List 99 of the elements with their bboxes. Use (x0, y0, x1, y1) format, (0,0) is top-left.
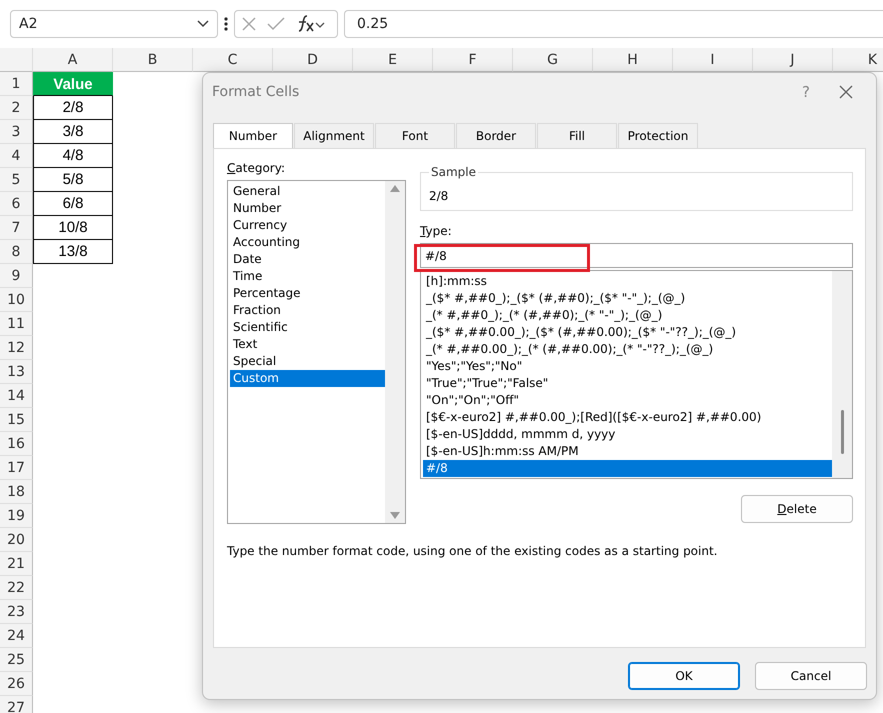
sample-label: Sample (430, 165, 477, 179)
header-cell: Value (33, 72, 113, 96)
dialog-title: Format Cells (212, 84, 300, 100)
row-header[interactable]: 13 (0, 360, 33, 384)
column-header[interactable]: J (753, 48, 833, 72)
list-item[interactable]: "Yes";"Yes";"No" (423, 358, 832, 375)
tab[interactable]: Font (375, 123, 455, 148)
column-header[interactable]: E (353, 48, 433, 72)
format-list[interactable] (420, 270, 853, 479)
table-cell: 13/8 (33, 240, 113, 264)
list-item[interactable]: Number (230, 200, 385, 217)
row-header[interactable]: 16 (0, 432, 33, 456)
cancel-icon[interactable] (241, 16, 257, 32)
row-header[interactable]: 12 (0, 336, 33, 360)
row-header[interactable]: 2 (0, 96, 33, 120)
sample-value: 2/8 (429, 189, 450, 203)
list-item[interactable]: Currency (230, 217, 385, 234)
scroll-up-icon[interactable] (390, 185, 400, 192)
category-list[interactable]: General Number Currency Accounting Date Time Percentage Fraction Scientific Text Special Custom (227, 180, 406, 524)
list-item[interactable]: _($* #,##0.00_);_($* (#,##0.00);_($* "-"??_);_(@_) (423, 324, 832, 341)
row-header[interactable]: 8 (0, 240, 33, 264)
tab[interactable]: Fill (537, 123, 617, 148)
list-item[interactable]: Text (230, 336, 385, 353)
column-header[interactable]: F (433, 48, 513, 72)
row-header[interactable]: 10 (0, 288, 33, 312)
row-header[interactable]: 11 (0, 312, 33, 336)
ok-button[interactable]: OK (628, 662, 740, 690)
scroll-down-icon[interactable] (390, 512, 400, 519)
list-item[interactable]: Scientific (230, 319, 385, 336)
row-header[interactable]: 25 (0, 648, 33, 672)
list-item[interactable]: _(* #,##0_);_(* (#,##0);_(* "-"_);_(@_) (423, 307, 832, 324)
list-item[interactable]: _($* #,##0_);_($* (#,##0);_($* "-"_);_(@_) (423, 290, 832, 307)
name-box[interactable]: A2 (10, 10, 218, 38)
row-header[interactable]: 23 (0, 600, 33, 624)
column-header[interactable]: A (33, 48, 113, 72)
list-item[interactable]: Time (230, 268, 385, 285)
column-header[interactable]: B (113, 48, 193, 72)
tab[interactable]: Number (213, 123, 293, 148)
row-header[interactable]: 27 (0, 696, 33, 713)
list-item[interactable]: "On";"On";"Off" (423, 392, 832, 409)
row-header[interactable]: 1 (0, 72, 33, 96)
row-header[interactable]: 6 (0, 192, 33, 216)
scrollbar[interactable] (832, 271, 852, 478)
row-header[interactable]: 9 (0, 264, 33, 288)
table-cell: 4/8 (33, 144, 113, 168)
checkmark-icon[interactable] (267, 17, 285, 31)
tab[interactable]: Protection (618, 123, 698, 148)
row-header[interactable]: 15 (0, 408, 33, 432)
tab[interactable]: Alignment (294, 123, 374, 148)
row-header[interactable]: 3 (0, 120, 33, 144)
column-header[interactable]: D (273, 48, 353, 72)
type-label: Type: (420, 224, 453, 238)
list-item[interactable]: Accounting (230, 234, 385, 251)
row-header[interactable]: 18 (0, 480, 33, 504)
column-header[interactable]: G (513, 48, 593, 72)
list-item[interactable]: [$-en-US]dddd, mmmm d, yyyy (423, 426, 832, 443)
close-icon[interactable] (839, 85, 853, 99)
table-cell: 3/8 (33, 120, 113, 144)
list-item[interactable]: Date (230, 251, 385, 268)
list-item[interactable]: Fraction (230, 302, 385, 319)
select-all-button[interactable] (0, 48, 33, 72)
list-item[interactable]: Special (230, 353, 385, 370)
list-item[interactable]: [$-en-US]h:mm:ss AM/PM (423, 443, 832, 460)
list-item[interactable]: _(* #,##0.00_);_(* (#,##0.00);_(* "-"??_);_(@_) (423, 341, 832, 358)
cancel-button[interactable]: Cancel (755, 662, 867, 690)
row-header[interactable]: 14 (0, 384, 33, 408)
column-header[interactable]: H (593, 48, 673, 72)
formula-field[interactable]: 0.25 (344, 10, 883, 38)
table-cell: 10/8 (33, 216, 113, 240)
list-item[interactable]: "True";"True";"False" (423, 375, 832, 392)
list-item[interactable]: Custom (230, 370, 385, 387)
row-header[interactable]: 20 (0, 528, 33, 552)
row-header[interactable]: 24 (0, 624, 33, 648)
row-header[interactable]: 5 (0, 168, 33, 192)
column-header[interactable]: I (673, 48, 753, 72)
row-header[interactable]: 22 (0, 576, 33, 600)
row-header[interactable]: 26 (0, 672, 33, 696)
row-header[interactable]: 4 (0, 144, 33, 168)
tab[interactable]: Border (456, 123, 536, 148)
category-label: Category: (227, 161, 286, 175)
list-item[interactable]: [$€-x-euro2] #,##0.00_);[Red]([$€-x-euro2] #,##0.00) (423, 409, 832, 426)
more-options-icon[interactable] (224, 17, 228, 31)
row-header[interactable]: 17 (0, 456, 33, 480)
row-header[interactable]: 19 (0, 504, 33, 528)
list-item[interactable]: #/8 (423, 460, 832, 477)
list-item[interactable]: Percentage (230, 285, 385, 302)
table-cell: 2/8 (33, 96, 113, 120)
row-header[interactable]: 7 (0, 216, 33, 240)
column-header[interactable]: C (193, 48, 273, 72)
row-header[interactable]: 21 (0, 552, 33, 576)
column-header[interactable]: K (833, 48, 883, 72)
table-cell: 6/8 (33, 192, 113, 216)
list-item[interactable]: General (230, 183, 385, 200)
chevron-down-icon (197, 20, 209, 28)
table-cell: 5/8 (33, 168, 113, 192)
type-field[interactable]: #/8 (420, 243, 853, 268)
description-text: Type the number format code, using one of the existing codes as a starting point. (227, 544, 718, 558)
delete-button[interactable]: Delete (741, 495, 853, 523)
list-item[interactable]: [h]:mm:ss (423, 273, 832, 290)
